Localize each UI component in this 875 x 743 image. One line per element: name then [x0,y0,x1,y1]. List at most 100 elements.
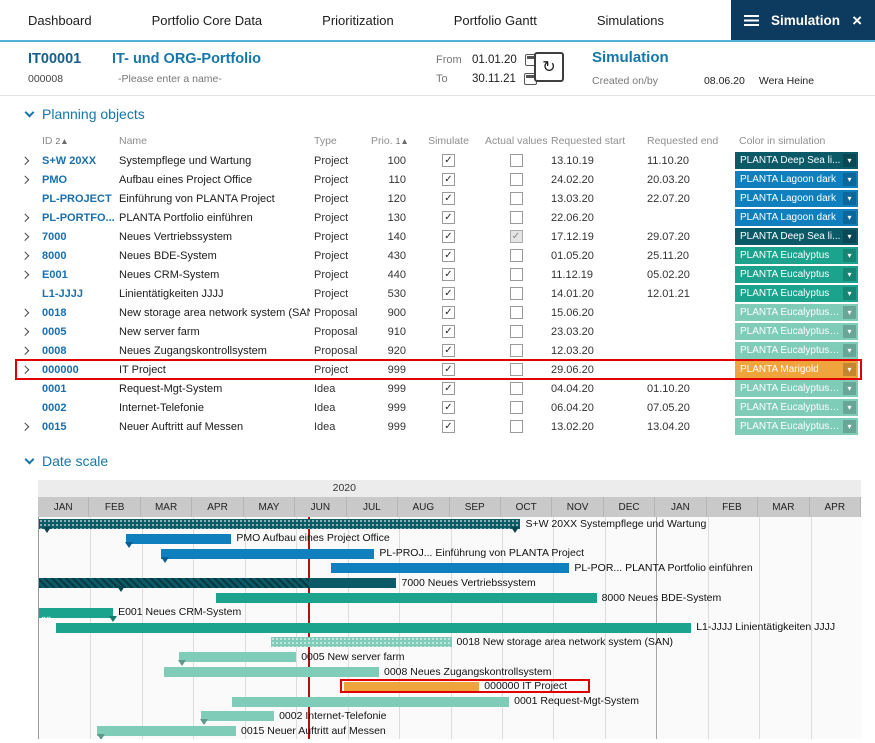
expander-arrow-icon[interactable] [21,271,29,279]
row-expander[interactable] [16,310,38,316]
expander-arrow-icon[interactable] [21,328,29,336]
row-id-link[interactable]: 0005 [38,326,115,338]
simulate-checkbox[interactable]: ✓ [442,325,455,338]
tab-simulation[interactable]: Simulation × [731,0,875,40]
gantt-bar[interactable] [331,563,569,573]
actual-values-checkbox[interactable] [510,287,523,300]
simulate-checkbox[interactable]: ✓ [442,192,455,205]
row-id-link[interactable]: 0015 [38,421,115,433]
simulate-checkbox[interactable]: ✓ [442,344,455,357]
row-id-link[interactable]: PMO [38,174,115,186]
row-id-link[interactable]: 0002 [38,402,115,414]
color-dropdown[interactable]: PLANTA Eucalyptus l...▾ [735,380,858,397]
sort-indicator[interactable]: 1▲ [396,136,409,146]
simulate-checkbox[interactable]: ✓ [442,249,455,262]
actual-values-checkbox[interactable] [510,268,523,281]
gantt-bar[interactable] [161,549,374,559]
actual-values-checkbox[interactable] [510,382,523,395]
planning-objects-heading[interactable]: Planning objects [26,106,145,122]
row-expander[interactable] [16,424,38,430]
refresh-button[interactable]: ↻ [534,52,564,82]
gantt-bar[interactable] [179,652,296,662]
row-id-link[interactable]: 7000 [38,231,115,243]
nav-item-portfolio-gantt[interactable]: Portfolio Gantt [454,0,537,40]
row-expander[interactable] [16,367,38,373]
gantt-bar[interactable] [232,697,509,707]
color-dropdown[interactable]: PLANTA Lagoon dark▾ [735,209,858,226]
nav-item-dashboard[interactable]: Dashboard [28,0,92,40]
color-dropdown[interactable]: PLANTA Eucalyptus▾ [735,247,858,264]
simulate-checkbox[interactable]: ✓ [442,382,455,395]
expander-arrow-icon[interactable] [21,233,29,241]
color-dropdown[interactable]: PLANTA Eucalyptus l...▾ [735,399,858,416]
nav-item-prioritization[interactable]: Prioritization [322,0,394,40]
row-id-link[interactable]: L1-JJJJ [38,288,115,300]
expander-arrow-icon[interactable] [21,423,29,431]
row-id-link[interactable]: PL-PORTFO... [38,212,115,224]
gantt-bar[interactable]: «« [39,608,113,618]
actual-values-checkbox[interactable] [510,211,523,224]
simulate-checkbox[interactable]: ✓ [442,154,455,167]
simulate-checkbox[interactable]: ✓ [442,401,455,414]
actual-values-checkbox[interactable] [510,249,523,262]
row-id-link[interactable]: 0001 [38,383,115,395]
expander-arrow-icon[interactable] [21,252,29,260]
row-expander[interactable] [16,158,38,164]
actual-values-checkbox[interactable] [510,344,523,357]
actual-values-checkbox[interactable] [510,154,523,167]
expander-arrow-icon[interactable] [21,176,29,184]
actual-values-checkbox[interactable] [510,420,523,433]
row-expander[interactable] [16,348,38,354]
color-dropdown[interactable]: PLANTA Eucalyptus l...▾ [735,342,858,359]
simulate-checkbox[interactable]: ✓ [442,268,455,281]
close-icon[interactable]: × [852,12,862,29]
row-id-link[interactable]: 0018 [38,307,115,319]
simulate-checkbox[interactable]: ✓ [442,420,455,433]
simulate-checkbox[interactable]: ✓ [442,306,455,319]
color-dropdown[interactable]: PLANTA Lagoon dark▾ [735,190,858,207]
row-expander[interactable] [16,272,38,278]
nav-item-portfolio-core-data[interactable]: Portfolio Core Data [152,0,263,40]
gantt-bar[interactable] [271,637,452,647]
nav-item-simulations[interactable]: Simulations [597,0,664,40]
color-dropdown[interactable]: PLANTA Marigold▾ [735,361,858,378]
gantt-bar[interactable] [216,593,597,603]
actual-values-checkbox[interactable]: ✓ [510,230,523,243]
row-expander[interactable] [16,215,38,221]
row-expander[interactable] [16,329,38,335]
row-expander[interactable] [16,177,38,183]
actual-values-checkbox[interactable] [510,306,523,319]
color-dropdown[interactable]: PLANTA Deep Sea li...▾ [735,152,858,169]
to-date-field[interactable]: 30.11.21 [472,73,516,85]
expander-arrow-icon[interactable] [21,347,29,355]
row-id-link[interactable]: 8000 [38,250,115,262]
row-id-link[interactable]: 000000 [38,364,115,376]
actual-values-checkbox[interactable] [510,173,523,186]
row-expander[interactable] [16,234,38,240]
actual-values-checkbox[interactable] [510,325,523,338]
from-date-field[interactable]: 01.01.20 [472,54,517,66]
row-id-link[interactable]: 0008 [38,345,115,357]
expander-arrow-icon[interactable] [21,366,29,374]
gantt-bar[interactable] [39,578,396,588]
expander-arrow-icon[interactable] [21,157,29,165]
row-expander[interactable] [16,253,38,259]
simulate-checkbox[interactable]: ✓ [442,211,455,224]
expander-arrow-icon[interactable] [21,214,29,222]
actual-values-checkbox[interactable] [510,401,523,414]
color-dropdown[interactable]: PLANTA Deep Sea li...▾ [735,228,858,245]
hamburger-icon[interactable] [744,15,759,26]
actual-values-checkbox[interactable] [510,192,523,205]
date-scale-heading[interactable]: Date scale [26,453,108,469]
simulate-checkbox[interactable]: ✓ [442,363,455,376]
color-dropdown[interactable]: PLANTA Eucalyptus▾ [735,266,858,283]
expander-arrow-icon[interactable] [21,309,29,317]
color-dropdown[interactable]: PLANTA Lagoon dark▾ [735,171,858,188]
row-id-link[interactable]: S+W 20XX [38,155,115,167]
sort-indicator[interactable]: 2▲ [56,136,69,146]
color-dropdown[interactable]: PLANTA Eucalyptus l...▾ [735,304,858,321]
simulate-checkbox[interactable]: ✓ [442,287,455,300]
gantt-bar[interactable] [97,726,236,736]
color-dropdown[interactable]: PLANTA Eucalyptus▾ [735,285,858,302]
row-id-link[interactable]: PL-PROJECT [38,193,115,205]
